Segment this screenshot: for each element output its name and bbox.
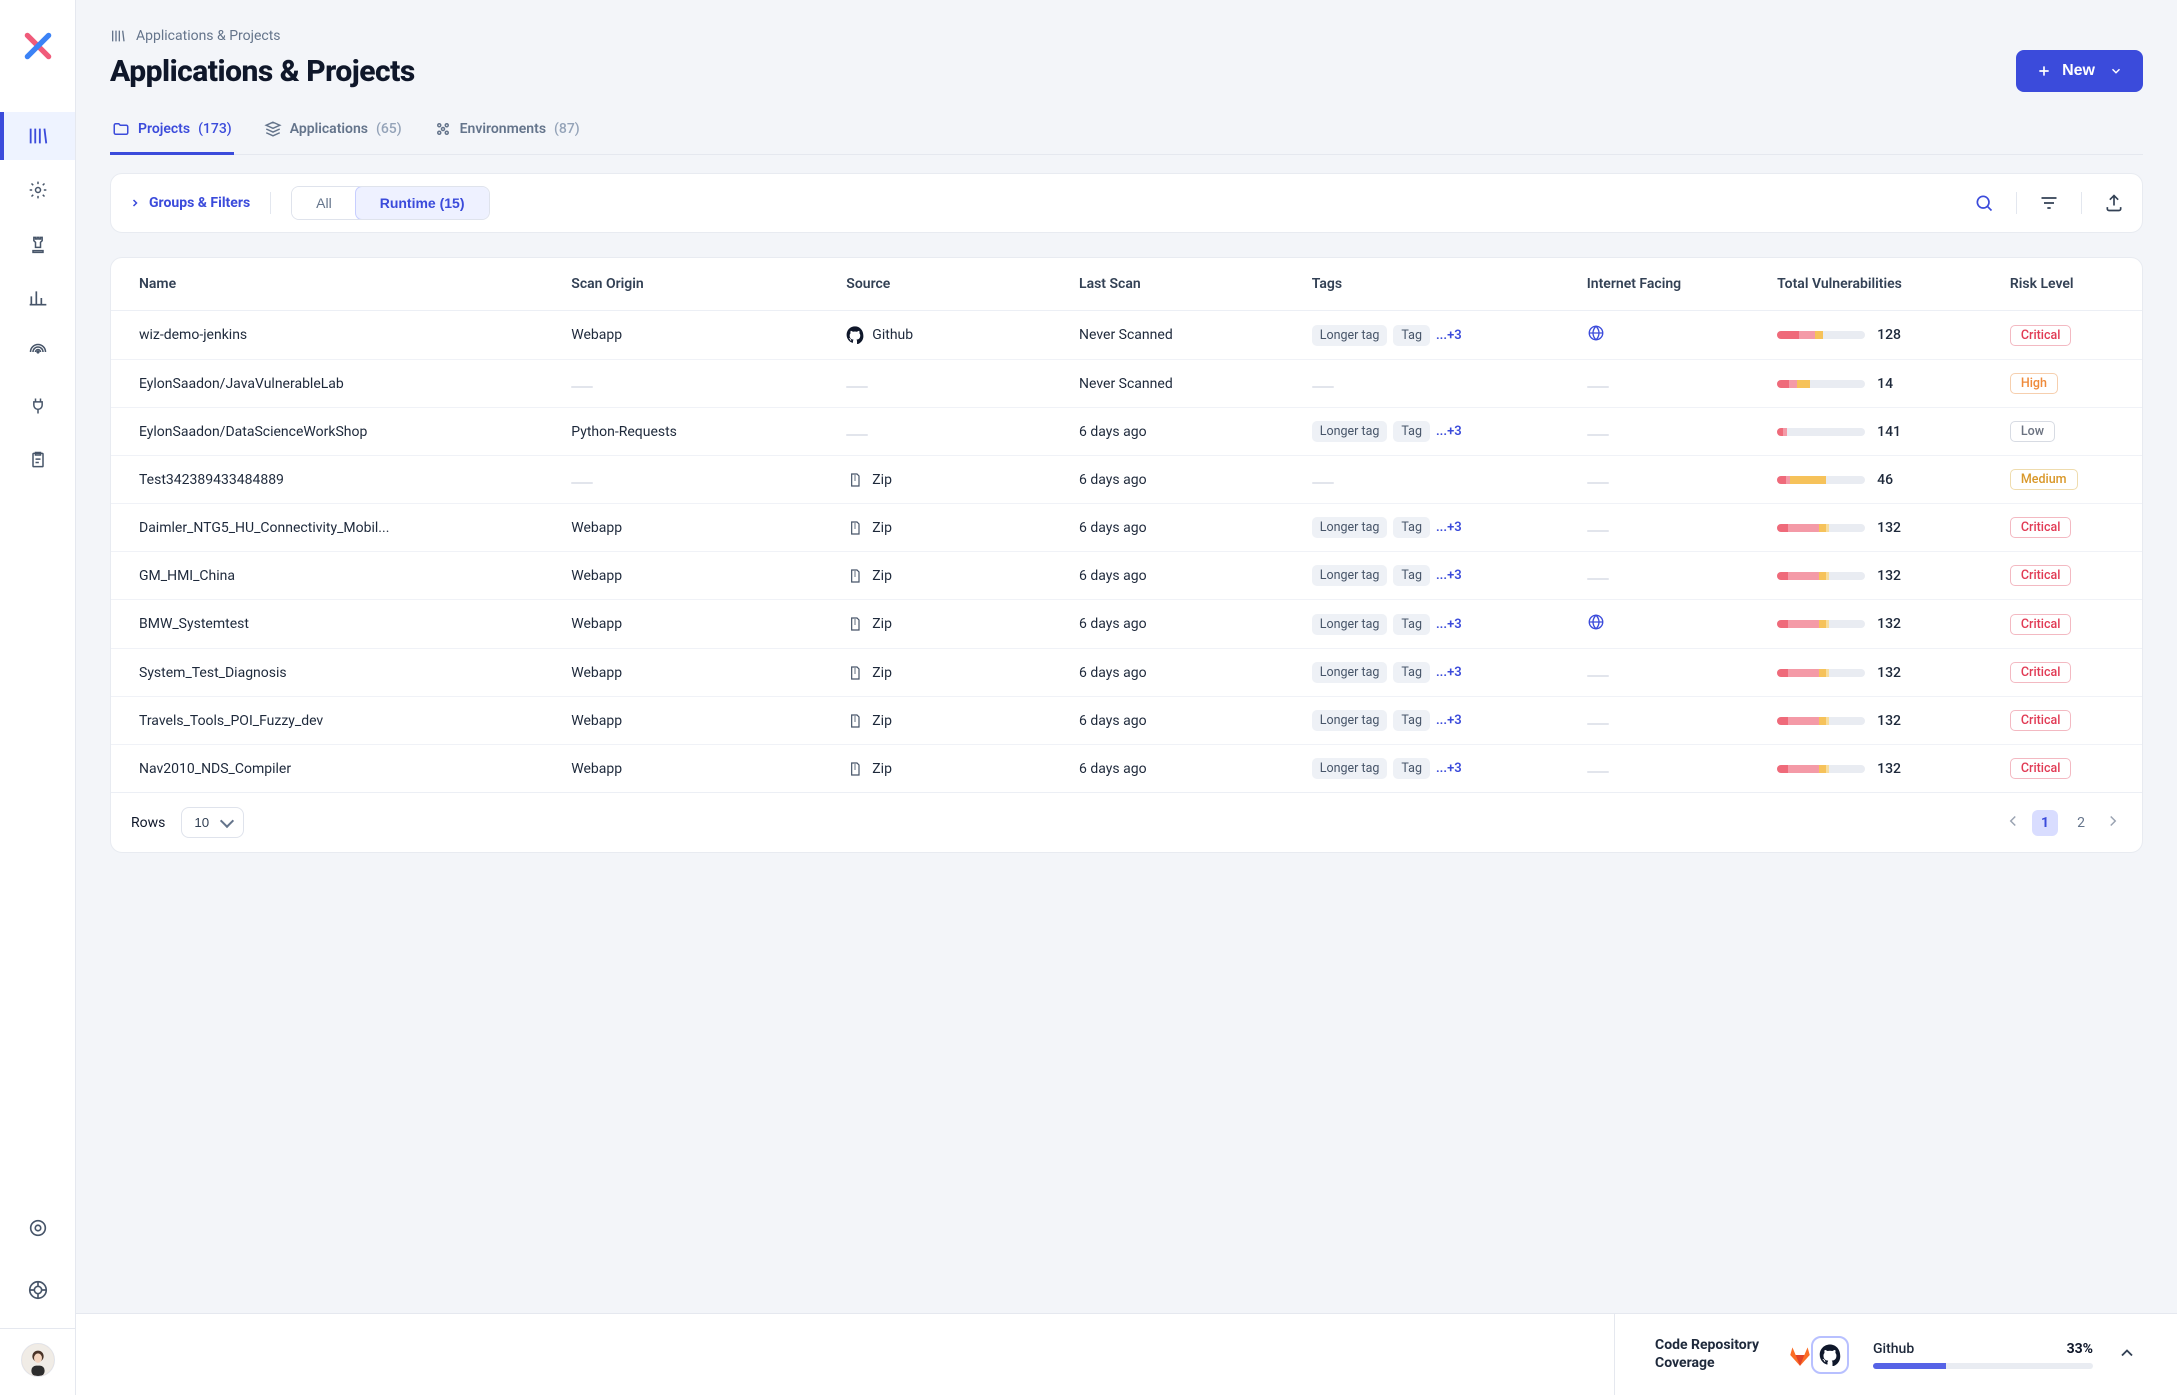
- th-risk[interactable]: Risk Level: [1994, 258, 2142, 311]
- sidebar: [0, 0, 76, 1395]
- page-prev[interactable]: [2004, 812, 2022, 834]
- table-row[interactable]: System_Test_DiagnosisWebappZip6 days ago…: [111, 649, 2142, 697]
- table-row[interactable]: GM_HMI_ChinaWebappZip6 days agoLonger ta…: [111, 552, 2142, 600]
- table-row[interactable]: EylonSaadon/JavaVulnerableLabNever Scann…: [111, 360, 2142, 408]
- breadcrumb: Applications & Projects: [110, 28, 2143, 44]
- user-avatar[interactable]: [21, 1343, 55, 1377]
- chevron-right-icon: [129, 197, 141, 209]
- rows-per-page[interactable]: 10: [181, 807, 244, 838]
- table-row[interactable]: Travels_Tools_POI_Fuzzy_devWebappZip6 da…: [111, 697, 2142, 745]
- nav-chess[interactable]: [0, 220, 75, 268]
- search-icon[interactable]: [1974, 193, 1994, 213]
- coverage-percent: 33%: [2067, 1341, 2093, 1357]
- seg-all[interactable]: All: [292, 187, 356, 219]
- table-row[interactable]: Daimler_NTG5_HU_Connectivity_Mobil...Web…: [111, 504, 2142, 552]
- page-title: Applications & Projects: [110, 54, 415, 89]
- github-icon: [1811, 1336, 1849, 1374]
- nav-radar[interactable]: [0, 328, 75, 376]
- th-last[interactable]: Last Scan: [1063, 258, 1296, 311]
- th-name[interactable]: Name: [111, 258, 555, 311]
- table-footer: Rows 10 1 2: [111, 792, 2142, 852]
- table-row[interactable]: wiz-demo-jenkinsWebappGithubNever Scanne…: [111, 311, 2142, 360]
- tab-environments[interactable]: Environments (87): [432, 110, 582, 155]
- nav-preferences[interactable]: [0, 1204, 75, 1252]
- filter-segment: All Runtime (15): [291, 186, 489, 220]
- table-row[interactable]: BMW_SystemtestWebappZip6 days agoLonger …: [111, 600, 2142, 649]
- library-icon: [110, 28, 126, 44]
- globe-icon: [1587, 324, 1605, 342]
- coverage-provider-icons: [1783, 1336, 1849, 1374]
- projects-table-card: Name Scan Origin Source Last Scan Tags I…: [110, 257, 2143, 853]
- seg-runtime[interactable]: Runtime (15): [355, 186, 490, 220]
- rows-label: Rows: [131, 815, 165, 831]
- export-icon[interactable]: [2104, 193, 2124, 213]
- projects-table: Name Scan Origin Source Last Scan Tags I…: [111, 258, 2142, 792]
- table-row[interactable]: Test342389433484889Zip6 days ago46Medium: [111, 456, 2142, 504]
- th-tags[interactable]: Tags: [1296, 258, 1571, 311]
- table-row[interactable]: Nav2010_NDS_CompilerWebappZip6 days agoL…: [111, 745, 2142, 793]
- filter-icon[interactable]: [2039, 193, 2059, 213]
- nav-analytics[interactable]: [0, 274, 75, 322]
- page-next[interactable]: [2104, 812, 2122, 834]
- coverage-banner: Code Repository Coverage Github 33%: [76, 1313, 2177, 1395]
- coverage-title: Code Repository Coverage: [1655, 1337, 1759, 1372]
- nav-plug[interactable]: [0, 382, 75, 430]
- pager: 1 2: [2004, 810, 2122, 836]
- tab-projects[interactable]: Projects (173): [110, 110, 234, 155]
- nav-library[interactable]: [0, 112, 75, 160]
- sidebar-nav: [0, 112, 75, 484]
- th-origin[interactable]: Scan Origin: [555, 258, 830, 311]
- filter-bar: Groups & Filters All Runtime (15): [110, 173, 2143, 233]
- coverage-bar: [1873, 1363, 2093, 1369]
- nav-settings-gear[interactable]: [0, 166, 75, 214]
- app-logo: [20, 28, 56, 64]
- tab-applications[interactable]: Applications (65): [262, 110, 404, 155]
- page-2[interactable]: 2: [2068, 810, 2094, 836]
- tabs: Projects (173) Applications (65) Environme…: [110, 110, 2143, 155]
- nav-help[interactable]: [0, 1266, 75, 1314]
- breadcrumb-text: Applications & Projects: [136, 28, 281, 44]
- coverage-collapse[interactable]: [2117, 1343, 2137, 1367]
- th-source[interactable]: Source: [830, 258, 1063, 311]
- coverage-provider: Github: [1873, 1341, 1914, 1357]
- chevron-down-icon: [2109, 64, 2123, 78]
- nav-clipboard[interactable]: [0, 436, 75, 484]
- th-vuln[interactable]: Total Vulnerabilities: [1761, 258, 1994, 311]
- new-button[interactable]: New: [2016, 50, 2143, 92]
- groups-filters-toggle[interactable]: Groups & Filters: [129, 195, 250, 211]
- new-button-label: New: [2062, 62, 2095, 80]
- th-net[interactable]: Internet Facing: [1571, 258, 1761, 311]
- plus-icon: [2036, 63, 2052, 79]
- table-row[interactable]: EylonSaadon/DataScienceWorkShopPython-Re…: [111, 408, 2142, 456]
- globe-icon: [1587, 613, 1605, 631]
- page-1[interactable]: 1: [2032, 810, 2058, 836]
